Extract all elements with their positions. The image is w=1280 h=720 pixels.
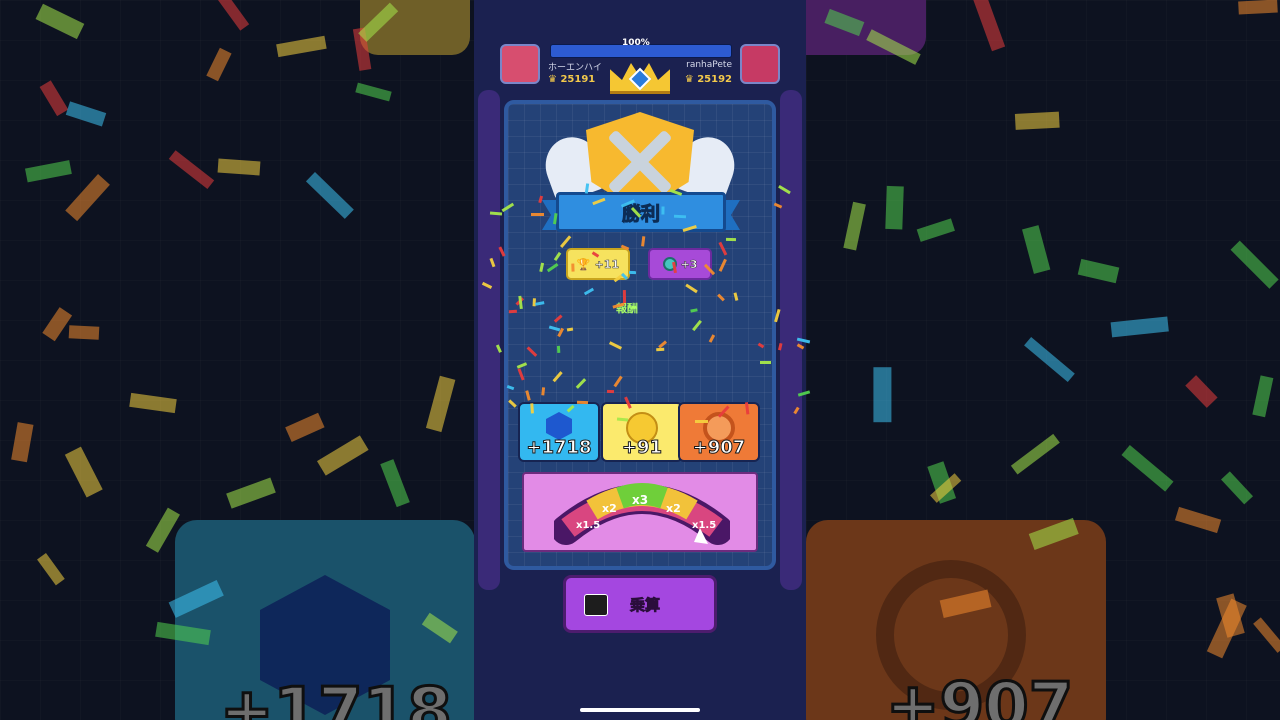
bg-gem-tile	[806, 0, 926, 55]
victory-banner: 勝利	[556, 192, 726, 232]
left-player-avatar[interactable]	[500, 44, 540, 84]
right-trophy-count: 25192	[697, 74, 732, 85]
reward-tile-coins: +91	[601, 402, 683, 462]
multiplier-segment: x1.5	[576, 520, 600, 531]
bg-cube-tile: +1718	[175, 520, 474, 720]
multiplier-segment: x2	[602, 502, 617, 515]
background-left: +1718	[0, 0, 474, 720]
game-screen: 100% ホーエンハイ ranhaPete ♛ 25191 ♛ 25192 勝利…	[474, 0, 806, 720]
multiplier-segment: x3	[632, 493, 648, 507]
video-clapper-icon	[584, 594, 608, 616]
left-pillar	[478, 90, 500, 590]
reward-tile-medals: +907	[678, 402, 760, 462]
multiply-button[interactable]: 乗算	[563, 575, 717, 633]
multiplier-panel: x1.5 x2 x3 x2 x1.5	[522, 472, 758, 552]
right-player-trophies: ♛ 25192	[684, 74, 732, 85]
multiplier-wheel: x1.5 x2 x3 x2 x1.5	[554, 483, 730, 545]
right-player-avatar[interactable]	[740, 44, 780, 84]
left-trophy-count: 25191	[560, 74, 596, 85]
gem-icon	[662, 257, 677, 271]
bg-medal-value: +907	[884, 669, 1074, 720]
reward-value: +907	[692, 437, 746, 459]
gem-gain-chip: +3	[648, 248, 712, 280]
progress-label: 100%	[622, 38, 650, 48]
home-indicator[interactable]	[580, 708, 700, 712]
rewards-label: 報酬	[616, 302, 638, 315]
reward-value: +91	[621, 437, 663, 459]
cube-icon	[546, 412, 572, 440]
gem-gain-value: +3	[680, 257, 698, 271]
trophy-gain-chip: 🏆 +11	[566, 248, 630, 280]
bg-medal-tile: +907	[806, 520, 1106, 720]
multiplier-segment: x1.5	[692, 520, 716, 531]
right-pillar	[780, 90, 802, 590]
background-right: +907	[806, 0, 1280, 720]
bg-cube-value: +1718	[219, 674, 454, 720]
bg-trophy-tile	[360, 0, 470, 55]
crown-icon	[604, 55, 676, 94]
trophy-icon: 🏆	[576, 257, 591, 271]
trophy-gain-value: +11	[594, 257, 620, 271]
reward-value: +1718	[526, 437, 592, 459]
left-player-trophies: ♛ 25191	[548, 74, 596, 85]
left-player-name: ホーエンハイ	[548, 63, 602, 73]
multiply-button-label: 乗算	[629, 595, 661, 614]
multiplier-segment: x2	[666, 502, 681, 515]
reward-tile-cubes: +1718	[518, 402, 600, 462]
right-player-name: ranhaPete	[686, 60, 732, 70]
victory-title: 勝利	[621, 202, 660, 225]
